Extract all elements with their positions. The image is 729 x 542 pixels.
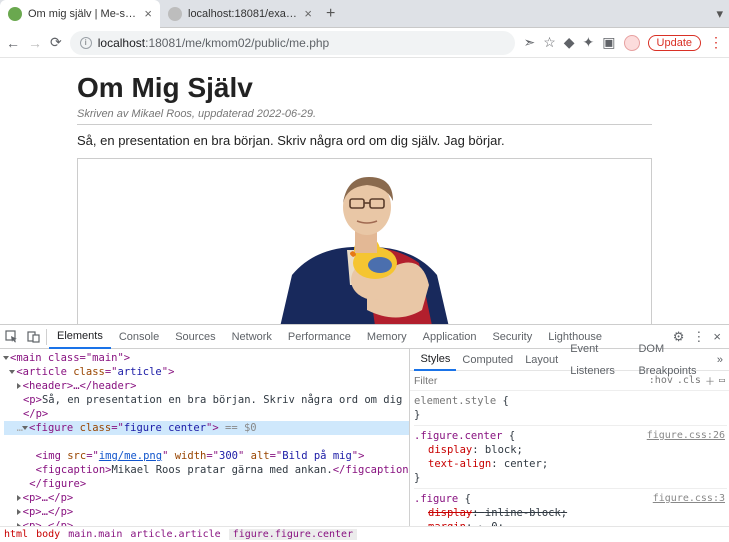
info-icon[interactable]: i (80, 37, 92, 49)
devtools-panel: Elements Console Sources Network Perform… (0, 324, 729, 542)
devtools-tab-memory[interactable]: Memory (359, 325, 415, 349)
devtools-tab-console[interactable]: Console (111, 325, 167, 349)
chevron-down-icon[interactable]: ▾ (716, 6, 723, 22)
styles-filter-input[interactable] (414, 375, 645, 387)
update-button[interactable]: Update (648, 35, 701, 51)
avatar[interactable] (624, 35, 640, 51)
tab-title: Om mig själv | Me-sidan (28, 8, 138, 20)
elements-breadcrumb[interactable]: html body main.main article.article figu… (0, 526, 729, 542)
devtools-tab-security[interactable]: Security (484, 325, 540, 349)
tab-close-icon[interactable]: × (304, 6, 312, 21)
styles-filter-row: :hov .cls ＋ ▭ (410, 371, 729, 391)
device-toolbar-icon[interactable] (22, 330, 44, 343)
browser-tab-active[interactable]: Om mig själv | Me-sidan × (0, 0, 160, 28)
browser-toolbar: ← → ⟳ i localhost:18081/me/kmom02/public… (0, 28, 729, 58)
styles-tab-bar: Styles Computed Layout Event Listeners D… (410, 349, 729, 371)
tab-close-icon[interactable]: × (144, 6, 152, 21)
close-icon[interactable]: × (713, 329, 721, 344)
devtools-tab-application[interactable]: Application (415, 325, 485, 349)
reload-icon[interactable]: ⟳ (50, 34, 62, 51)
devtools-tab-elements[interactable]: Elements (49, 325, 111, 349)
devtools-tab-sources[interactable]: Sources (167, 325, 223, 349)
styles-tab-computed[interactable]: Computed (456, 349, 519, 371)
browser-tab-bar: Om mig själv | Me-sidan × localhost:1808… (0, 0, 729, 28)
tab-favicon (168, 7, 182, 21)
styles-pane: Styles Computed Layout Event Listeners D… (409, 349, 729, 526)
tab-favicon (8, 7, 22, 21)
url-path: /me/kmom02/public/me.php (182, 36, 329, 50)
css-source-link[interactable]: figure.css:3 (653, 492, 725, 506)
hov-toggle[interactable]: :hov (649, 375, 673, 386)
styles-tab-layout[interactable]: Layout (519, 349, 564, 371)
css-rule[interactable]: figure.css:3 .figure { display: inline-b… (414, 491, 727, 526)
css-rule[interactable]: figure.css:26 .figure.center { display: … (414, 428, 727, 489)
styles-tab-styles[interactable]: Styles (414, 349, 456, 371)
inspect-icon[interactable] (0, 330, 22, 343)
styles-rules[interactable]: element.style {} figure.css:26 .figure.c… (410, 391, 729, 526)
new-style-rule-icon[interactable]: ＋ (705, 373, 715, 388)
tab-title: localhost:18081/example/ (188, 8, 298, 20)
back-icon[interactable]: ← (6, 35, 20, 51)
person-image (247, 165, 482, 324)
styles-tab-more-icon[interactable]: » (711, 349, 729, 371)
devtools-tab-performance[interactable]: Performance (280, 325, 359, 349)
puzzle-icon[interactable]: ✦ (583, 34, 595, 51)
cls-toggle[interactable]: .cls (677, 375, 701, 386)
css-source-link[interactable]: figure.css:26 (647, 429, 725, 443)
styles-panel-toggle-icon[interactable]: ▭ (719, 375, 725, 386)
url-host: localhost (98, 36, 145, 50)
forward-icon[interactable]: → (28, 35, 42, 51)
url-port: :18081 (145, 36, 182, 50)
extension-icon[interactable]: ◆ (564, 34, 575, 51)
share-icon[interactable]: ➣ (523, 34, 535, 51)
star-icon[interactable]: ☆ (543, 34, 556, 51)
element-style-rule[interactable]: element.style {} (414, 393, 727, 426)
page-title: Om Mig Själv (77, 72, 652, 104)
address-bar[interactable]: i localhost:18081/me/kmom02/public/me.ph… (70, 31, 516, 55)
page-viewport: Om Mig Själv Skriven av Mikael Roos, upp… (0, 58, 729, 324)
panel-icon[interactable]: ▣ (602, 34, 615, 51)
elements-tree[interactable]: <main class="main"> <article class="arti… (0, 349, 409, 526)
figure (77, 158, 652, 324)
new-tab-button[interactable]: + (326, 5, 335, 23)
byline: Skriven av Mikael Roos, uppdaterad 2022-… (77, 108, 652, 120)
intro-paragraph: Så, en presentation en bra början. Skriv… (77, 133, 652, 148)
kebab-menu-icon[interactable]: ⋮ (709, 34, 723, 51)
devtools-tab-network[interactable]: Network (224, 325, 280, 349)
browser-tab-inactive[interactable]: localhost:18081/example/ × (160, 0, 320, 28)
